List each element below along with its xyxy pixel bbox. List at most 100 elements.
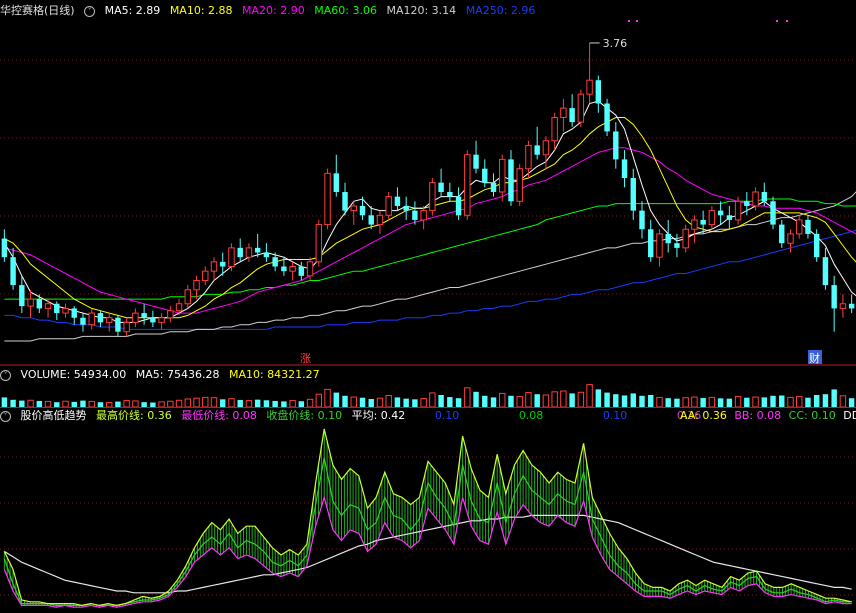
candle-body [245,247,253,258]
candle-body [237,247,243,258]
event-marker [628,20,630,22]
event-marker [786,20,788,22]
volume-bar [376,397,384,408]
volume-bar [595,389,602,407]
peak-label: 3.76 [603,37,628,50]
candle-body [80,317,86,325]
candle-body [105,317,113,323]
indicator-name: 股价高低趋势 [20,409,87,422]
candle-body [289,266,296,272]
ma20-label: MA20: 2.90 [242,4,305,17]
candle-body [682,228,689,249]
candle-body [665,233,671,244]
candle-body [656,233,663,258]
candle-body [175,303,183,312]
candle-body [726,215,733,220]
candle-body [787,233,794,244]
candle-body [691,219,698,230]
candle-body [420,210,427,221]
volume-bar [604,392,610,407]
high-price-line [3,428,852,607]
candle-body [141,313,147,318]
volume-bar [708,396,716,408]
volume-bar [700,398,706,407]
chevron-down-icon[interactable]: ˅ [84,5,96,17]
volume-bar [298,401,305,407]
ma5-label: MA5: 2.89 [104,4,161,17]
candle-body [228,247,235,267]
volume-bar [656,396,663,408]
volume-bar [71,401,77,407]
candle-body [10,257,16,286]
event-marker [776,20,778,22]
volume-bar [62,400,69,408]
candle-body [202,270,209,281]
volume-bar [263,400,270,407]
cc-label: CC: 0.10 [788,409,836,422]
candle-body [272,257,278,267]
volume-bar [210,397,218,408]
candle-body [263,252,270,258]
volume-bar [438,395,444,407]
volume-bar [761,397,767,407]
candle-body [306,261,314,277]
candle-body [385,196,392,216]
candle-body [376,214,384,226]
volume-bar [342,395,348,407]
volume-header: ˅ VOLUME: 54934.00 MA5: 75436.28 MA10: 8… [0,367,856,383]
volume-bar [516,395,523,408]
candle-body [403,205,409,211]
volume-bar [717,398,724,407]
candle-body [542,140,550,156]
chevron-down-icon[interactable]: ˅ [0,410,11,422]
candle-body [184,289,192,305]
ma5-line [3,100,856,323]
volume-bar [682,397,689,408]
candle-body [315,224,323,263]
volume-chart[interactable] [0,382,856,408]
volume-bar [508,395,514,407]
volume-bar [534,394,540,407]
volume-bar [254,399,261,407]
volume-bar [150,402,156,407]
ma60-label: MA60: 3.06 [314,4,377,17]
volume-bar [315,393,323,408]
ma120-label: MA120: 3.14 [386,4,457,17]
candle-body [490,182,497,192]
volume-bar [184,398,192,408]
candle-body [700,219,706,225]
candle-body [613,131,619,160]
ind-label-2: 0.10 [602,409,628,422]
candle-body [569,108,575,123]
candle-body [447,191,453,197]
candle-body [281,266,287,272]
volume-bar [10,399,16,407]
candle-body [595,80,602,104]
candle-body [560,107,567,118]
volume-bar [202,396,209,408]
candle-body [734,200,742,221]
volume-bar [167,400,174,408]
indicator-header-right: AA: 0.36 BB: 0.08 CC: 0.10 DD: [680,408,856,424]
high-line-label: 最高价线: 0.36 [96,409,172,422]
volume-bar [639,395,645,407]
volume-bar [447,397,453,407]
volume-bar [613,394,619,407]
volume-bar [281,401,287,407]
candle-body [516,168,523,202]
chevron-down-icon[interactable]: ˅ [0,369,11,381]
volume-bar [368,399,374,407]
candle-body [482,168,488,183]
candle-body [412,210,418,220]
volume-label: VOLUME: 54934.00 [20,368,127,381]
aa-label: AA: 0.36 [680,409,727,422]
price-chart[interactable]: 3.76 涨 财 [0,18,856,366]
candle-body [115,317,121,332]
candle-body [639,210,645,230]
volume-bar [359,397,366,407]
indicator-chart[interactable] [0,425,856,613]
vol-ma10-label: MA10: 84321.27 [228,368,320,381]
ma250-line [4,229,856,330]
candle-body [604,103,610,132]
main-chart-header: 华控赛格(日线) ˅ MA5: 2.89 MA10: 2.88 MA20: 2.… [0,3,856,19]
